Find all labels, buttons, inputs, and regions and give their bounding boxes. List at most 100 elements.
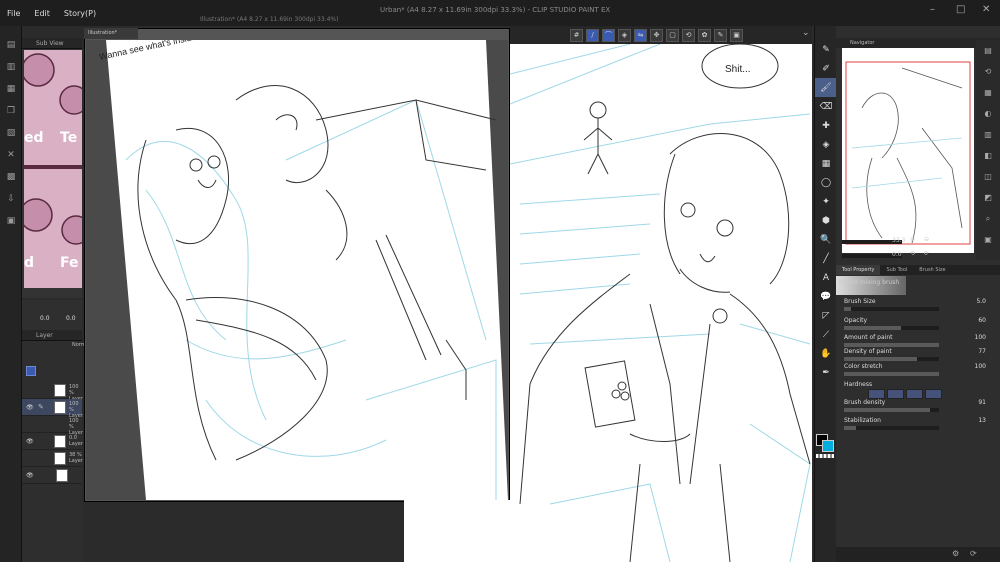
- perspective-icon[interactable]: ◈: [618, 28, 631, 42]
- eraser-tool-icon[interactable]: ⌫: [815, 97, 837, 116]
- hardness-step-1[interactable]: [868, 389, 885, 399]
- move-icon[interactable]: ✥: [650, 28, 663, 42]
- sub-view-image[interactable]: ed Te d Fe: [24, 50, 82, 288]
- fill-tool-icon[interactable]: ◈: [815, 135, 837, 154]
- view-toolbar: # / ⌒ ◈ ⇋ ✥ ▢ ⟲ ✿ ✎ ▣: [510, 26, 812, 44]
- history-icon[interactable]: ⟲: [976, 61, 1000, 82]
- color-wheel-icon[interactable]: ◐: [976, 103, 1000, 124]
- open-file-icon[interactable]: ▥: [0, 56, 22, 78]
- text-tool-icon[interactable]: A: [815, 268, 837, 287]
- document-tab[interactable]: Illustration*: [84, 28, 138, 39]
- settings-gear-icon[interactable]: ⚙: [952, 549, 959, 558]
- navigator-sketch: [845, 61, 971, 245]
- reset-icon[interactable]: ⟳: [970, 549, 977, 558]
- gradient-tool-icon[interactable]: ▦: [815, 154, 837, 173]
- layer-row[interactable]: 👁 0.0 Layer: [22, 433, 83, 450]
- export-icon[interactable]: ⇩: [0, 188, 22, 210]
- colorize-icon[interactable]: ✿: [698, 28, 711, 42]
- layer-row[interactable]: 38 % Layer: [22, 450, 83, 467]
- blend-tool-icon[interactable]: ✚: [815, 116, 837, 135]
- layer-row[interactable]: 100 %Layer: [22, 416, 83, 436]
- minimize-icon[interactable]: –: [930, 4, 935, 15]
- hand-tool-icon[interactable]: ✋: [815, 344, 837, 363]
- prop-brush-density[interactable]: Brush density 91: [842, 399, 996, 416]
- prop-hardness[interactable]: Hardness: [842, 381, 996, 401]
- line-tool-icon[interactable]: ╱: [815, 249, 837, 268]
- bucket-tool-icon[interactable]: ⬢: [815, 211, 837, 230]
- flip-icon[interactable]: ⇋: [634, 28, 647, 42]
- layer-folder-icon[interactable]: [26, 366, 36, 376]
- layer-row-selected[interactable]: 👁 ✎ 100 % Layer: [22, 399, 83, 419]
- zoom-out-icon[interactable]: ⊖: [924, 236, 929, 243]
- brush-tool-icon[interactable]: 🖌: [815, 78, 837, 97]
- search-layer-icon[interactable]: ⌕: [976, 208, 1000, 229]
- eyedropper-icon[interactable]: ✒: [815, 363, 837, 382]
- item-bank-icon[interactable]: ▣: [976, 229, 1000, 250]
- rotate-icon[interactable]: ⟲: [682, 28, 695, 42]
- frame-icon[interactable]: ▢: [666, 28, 679, 42]
- pen-tool-icon[interactable]: ✎: [815, 40, 837, 59]
- transparent-color-icon[interactable]: [816, 454, 834, 458]
- prop-opacity[interactable]: Opacity 60: [842, 317, 996, 334]
- illustration-canvas[interactable]: Wanna see what's inside my head?: [86, 40, 508, 500]
- hardness-step-3[interactable]: [906, 389, 923, 399]
- color-set-icon[interactable]: ▥: [976, 124, 1000, 145]
- snap-icon[interactable]: ⌒: [602, 28, 615, 42]
- sub-color-swatch[interactable]: [822, 440, 834, 452]
- copy-icon[interactable]: ❐: [0, 100, 22, 122]
- frame-tool-icon[interactable]: ◸: [815, 306, 837, 325]
- pencil-tool-icon[interactable]: ✐: [815, 59, 837, 78]
- tab-brush-size[interactable]: Brush Size: [913, 265, 951, 275]
- clear-icon[interactable]: ✕: [0, 144, 22, 166]
- rotate-left-icon[interactable]: ⟲: [910, 250, 915, 257]
- save-icon[interactable]: ▦: [0, 78, 22, 100]
- hardness-step-2[interactable]: [887, 389, 904, 399]
- balloon-tool-icon[interactable]: 💬: [815, 287, 837, 306]
- paste-icon[interactable]: ▧: [0, 122, 22, 144]
- menu-edit[interactable]: Edit: [27, 9, 57, 18]
- layer-property-icon[interactable]: ▤: [976, 40, 1000, 61]
- sub-view-artwork: [24, 50, 82, 288]
- chevron-down-icon[interactable]: ⌄: [802, 28, 810, 38]
- sub-view-word-4: Fe: [60, 255, 79, 271]
- approximate-color-icon[interactable]: ◩: [976, 187, 1000, 208]
- menu-story[interactable]: Story(P): [57, 9, 103, 18]
- lasso-tool-icon[interactable]: ◯: [815, 173, 837, 192]
- layer-mode-icon[interactable]: ▣: [730, 28, 743, 42]
- hardness-step-4[interactable]: [925, 389, 942, 399]
- menu-file[interactable]: File: [0, 9, 27, 18]
- material-icon[interactable]: ▦: [976, 82, 1000, 103]
- auto-select-icon[interactable]: ✦: [815, 192, 837, 211]
- zoom-tool-icon[interactable]: 🔍: [815, 230, 837, 249]
- intermediate-color-icon[interactable]: ◫: [976, 166, 1000, 187]
- grid-icon[interactable]: #: [570, 28, 583, 42]
- layer-name: Layer: [69, 458, 83, 464]
- color-history-icon[interactable]: ◧: [976, 145, 1000, 166]
- ruler-icon[interactable]: /: [586, 28, 599, 42]
- new-file-icon[interactable]: ▤: [0, 34, 22, 56]
- sub-view-word-2: Te: [60, 130, 78, 146]
- layer-row-paper[interactable]: 👁: [22, 467, 82, 484]
- main-canvas[interactable]: Shit...: [510, 44, 812, 562]
- eye-icon[interactable]: 👁: [26, 472, 34, 479]
- navigator-preview[interactable]: [842, 48, 974, 253]
- prop-color-stretch[interactable]: Color stretch 100: [842, 363, 996, 380]
- maximize-icon[interactable]: □: [956, 4, 965, 15]
- rotate-right-icon[interactable]: ⟳: [924, 250, 929, 257]
- layer-row[interactable]: 100 %Layer: [22, 382, 83, 402]
- tab-sub-tool[interactable]: Sub Tool: [880, 265, 913, 275]
- prop-brush-size[interactable]: Brush Size 5.0: [842, 298, 996, 315]
- prop-stabilization[interactable]: Stabilization 13: [842, 417, 996, 434]
- close-icon[interactable]: ✕: [982, 4, 990, 15]
- eye-icon[interactable]: 👁: [26, 438, 34, 445]
- document-title: Illustration* (A4 8.27 x 11.69in 300dpi …: [200, 16, 339, 23]
- settings-icon[interactable]: ▣: [0, 210, 22, 232]
- correct-line-icon[interactable]: ⟋: [815, 325, 837, 344]
- lower-canvas-area[interactable]: [404, 500, 510, 562]
- zoom-in-icon[interactable]: ⊕: [910, 236, 915, 243]
- tab-tool-property[interactable]: Tool Property: [836, 265, 881, 275]
- eye-icon[interactable]: 👁: [26, 404, 34, 411]
- color-swatches[interactable]: [816, 434, 834, 458]
- fill-icon[interactable]: ▩: [0, 166, 22, 188]
- pen-mode-icon[interactable]: ✎: [714, 28, 727, 42]
